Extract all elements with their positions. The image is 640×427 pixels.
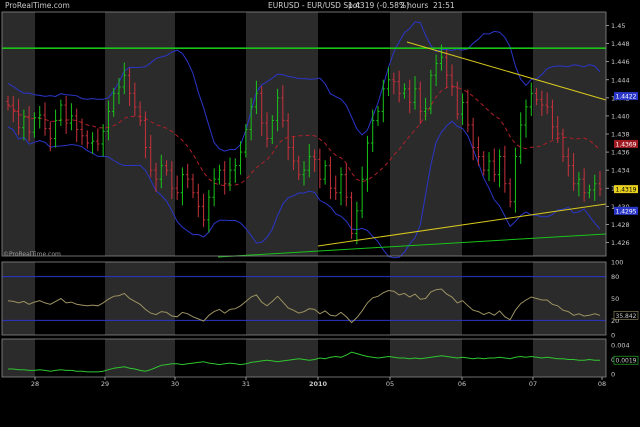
x-tick-label: 06 (458, 380, 466, 388)
ma-value-label: 1.4369 (616, 141, 637, 148)
momentum-tick-label: 0.004 (611, 341, 630, 349)
price-tick-label: 1.434 (611, 167, 630, 175)
session-band (533, 262, 606, 335)
session-band (2, 262, 35, 335)
oscillator-tick-label: 0 (611, 332, 615, 340)
price-tick-label: 1.426 (611, 239, 630, 247)
momentum-value-label: 0.0019 (616, 358, 637, 365)
session-band (35, 339, 105, 377)
session-band (105, 339, 175, 377)
session-band (462, 262, 533, 335)
x-tick-label: 08 (598, 380, 606, 388)
oscillator-tick-label: 100 (611, 259, 623, 267)
price-tick-label: 1.446 (611, 58, 630, 66)
session-band (318, 262, 390, 335)
session-band (175, 262, 246, 335)
session-band (246, 262, 318, 335)
oscillator-tick-label: 80 (611, 273, 619, 281)
price-tick-label: 1.448 (611, 40, 630, 48)
x-tick-label: 28 (31, 380, 39, 388)
chart-canvas: ProRealTime.com EURUSD - EUR/USD Spot 1.… (0, 0, 640, 427)
price-tick-label: 1.444 (611, 76, 630, 84)
time-label: 21:51 (433, 1, 455, 10)
price-tick-label: 1.438 (611, 131, 630, 139)
price-tick-label: 1.436 (611, 149, 630, 157)
session-band (175, 339, 246, 377)
x-tick-label: 2010 (309, 380, 328, 388)
momentum-tick-label: 0 (611, 371, 615, 379)
price-tick-label: 1.45 (611, 22, 625, 30)
x-tick-label: 05 (386, 380, 394, 388)
watermark: ©ProRealTime.com (3, 251, 61, 258)
price-tick-label: 1.440 (611, 112, 630, 120)
x-tick-label: 29 (101, 380, 109, 388)
x-tick-label: 31 (242, 380, 250, 388)
last-price-label: 1.4319 (616, 187, 637, 194)
upper-band-value-label: 1.4422 (616, 94, 637, 101)
oscillator-value-label: 35.842 (616, 313, 637, 320)
symbol-title: EURUSD - EUR/USD Spot (268, 1, 360, 10)
session-band (2, 339, 35, 377)
lower-band-value-label: 1.4295 (616, 208, 637, 215)
logo-text: ProRealTime.com (5, 1, 70, 10)
x-tick-label: 07 (529, 380, 537, 388)
session-band (105, 262, 175, 335)
oscillator-tick-label: 50 (611, 295, 619, 303)
price-tick-label: 1.428 (611, 221, 630, 229)
period-label: 2 hours (400, 1, 428, 10)
session-band (35, 262, 105, 335)
x-tick-label: 30 (171, 380, 179, 388)
session-band (246, 339, 318, 377)
